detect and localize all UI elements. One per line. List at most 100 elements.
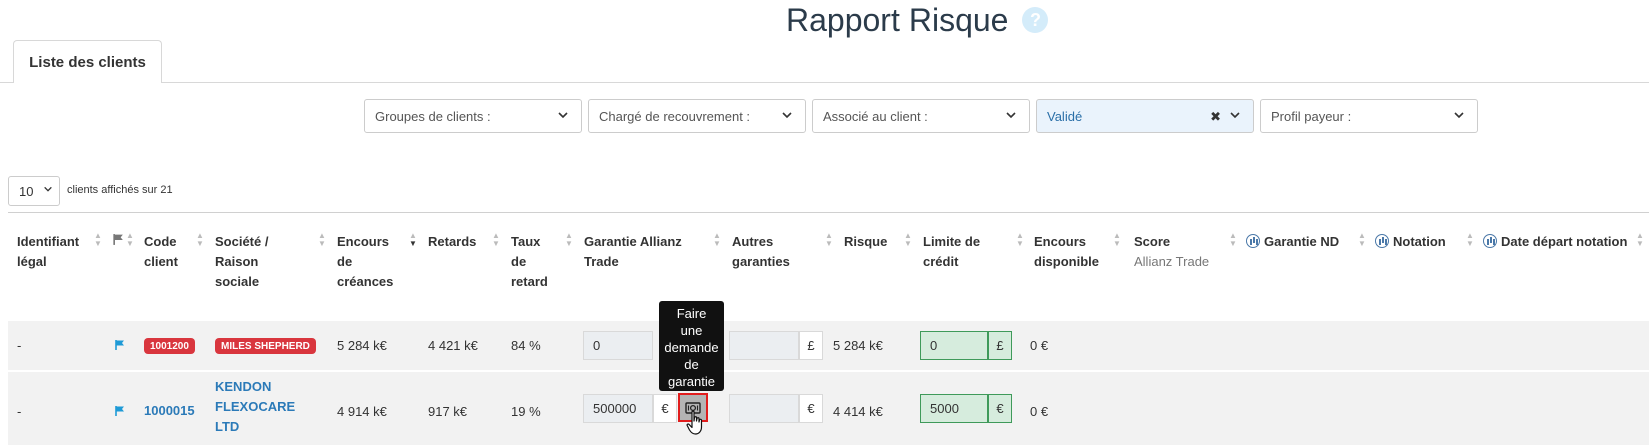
clear-icon[interactable]: ✖ xyxy=(1210,109,1221,125)
cell-retards: 4 421 k€ xyxy=(428,338,478,353)
tooltip-request-guarantee: Faire une demande de garantie xyxy=(659,301,724,391)
chevron-down-icon xyxy=(1005,108,1017,124)
chevron-down-icon xyxy=(1453,108,1465,124)
flag-icon xyxy=(113,234,123,245)
garantie-allianz-currency: € xyxy=(653,394,677,423)
chart-icon xyxy=(1246,234,1260,248)
col-notation-label: Notation xyxy=(1393,234,1446,249)
page-title-light: Rapport xyxy=(786,1,900,38)
sort-icon[interactable]: ▲ ▼ xyxy=(1466,232,1474,248)
autres-garanties-input[interactable] xyxy=(729,394,799,423)
garantie-allianz-input[interactable]: 500000 xyxy=(583,394,653,423)
col-flag[interactable] xyxy=(112,232,125,252)
company-name-line: LTD xyxy=(215,419,240,434)
sort-icon[interactable]: ▲ ▼ xyxy=(196,232,204,248)
sort-icon[interactable]: ▲ ▼ xyxy=(825,232,833,248)
col-garantie-nd-label: Garantie ND xyxy=(1264,234,1340,249)
sort-icon[interactable]: ▲ ▼ xyxy=(713,232,721,248)
table-row: - 1000015 KENDON FLEXOCARE LTD 4 914 k€ … xyxy=(8,372,1649,445)
cell-taux: 19 % xyxy=(511,404,541,419)
cell-encours: 4 914 k€ xyxy=(337,404,387,419)
tooltip-line: garantie xyxy=(668,374,715,389)
tab-liste-des-clients[interactable]: Liste des clients xyxy=(13,40,162,83)
col-retards[interactable]: Retards xyxy=(428,232,476,252)
col-autres-garanties[interactable]: Autres garanties xyxy=(732,232,802,272)
col-score-sub: Allianz Trade xyxy=(1134,254,1210,269)
filter-groupes-de-clients[interactable]: Groupes de clients : xyxy=(364,99,582,133)
col-score[interactable]: Score Allianz Trade xyxy=(1134,232,1244,272)
garantie-allianz-input[interactable]: 0 xyxy=(583,331,653,360)
col-garantie-nd[interactable]: Garantie ND xyxy=(1246,232,1339,252)
table-top-border xyxy=(8,212,1649,213)
sort-icon[interactable]: ▲ ▼ xyxy=(1229,232,1237,248)
cell-id-legal: - xyxy=(17,404,22,419)
cell-encours-disponible: 0 € xyxy=(1030,404,1049,419)
sort-icon[interactable]: ▲ ▼ xyxy=(1113,232,1121,248)
sort-icon[interactable]: ▲ ▼ xyxy=(94,232,102,248)
col-notation[interactable]: Notation xyxy=(1375,232,1446,252)
tab-bar-divider xyxy=(0,82,1649,83)
client-code-badge[interactable]: 1001200 xyxy=(144,338,195,354)
company-name-line: FLEXOCARE xyxy=(215,399,296,414)
limite-credit-input[interactable]: 0 xyxy=(920,331,988,360)
filter-charge-de-recouvrement[interactable]: Chargé de recouvrement : xyxy=(588,99,806,133)
risk-report-page: Rapport Risque ? Liste des clients Group… xyxy=(0,0,1649,445)
cell-retards: 917 k€ xyxy=(428,404,468,419)
autres-garanties-input[interactable] xyxy=(729,331,799,360)
chart-icon xyxy=(1375,234,1389,248)
sort-icon[interactable]: ▲ ▼ xyxy=(126,232,134,248)
hand-cursor-icon xyxy=(686,410,703,435)
chevron-down-icon xyxy=(1229,108,1241,124)
tooltip-line: Faire xyxy=(676,306,707,321)
sort-icon[interactable]: ▲ ▼ xyxy=(1636,232,1644,248)
autres-garanties-currency: £ xyxy=(799,331,823,360)
help-icon[interactable]: ? xyxy=(1022,7,1049,33)
client-code-link[interactable]: 1000015 xyxy=(144,401,195,421)
filter-profil-payeur[interactable]: Profil payeur : xyxy=(1260,99,1478,133)
col-identifiant-legal[interactable]: Identifiant légal xyxy=(17,232,92,272)
col-taux-de-retard[interactable]: Taux de retard xyxy=(511,232,551,292)
pager-summary: clients affichés sur 21 xyxy=(67,184,173,196)
flag-icon[interactable] xyxy=(114,339,126,351)
chevron-down-icon xyxy=(781,108,793,124)
limite-credit-currency: € xyxy=(988,394,1012,423)
cell-encours: 5 284 k€ xyxy=(337,338,387,353)
tooltip-line: demande xyxy=(664,340,719,355)
sort-icon[interactable]: ▲ ▼ xyxy=(565,232,573,248)
chevron-down-icon xyxy=(557,108,569,124)
col-societe[interactable]: Société / Raison sociale xyxy=(215,232,290,292)
company-badge[interactable]: MILES SHEPHERD xyxy=(215,338,316,354)
company-link[interactable]: KENDON FLEXOCARE LTD xyxy=(215,377,295,437)
sort-icon[interactable]: ▲ ▼ xyxy=(492,232,500,248)
filter-associe-au-client[interactable]: Associé au client : xyxy=(812,99,1030,133)
col-encours-de-creances[interactable]: Encours de créances xyxy=(337,232,397,292)
col-code-client[interactable]: Code client xyxy=(144,232,189,272)
autres-garanties-currency: € xyxy=(799,394,823,423)
col-risque[interactable]: Risque xyxy=(844,232,887,252)
col-date-notation-label: Date départ notation xyxy=(1501,234,1628,249)
tooltip-line: une xyxy=(680,323,703,338)
filter-statut-valide[interactable]: Validé ✖ xyxy=(1036,99,1254,133)
cell-encours-disponible: 0 € xyxy=(1030,338,1049,353)
company-name-line: KENDON xyxy=(215,379,272,394)
cell-risque: 4 414 k€ xyxy=(833,404,883,419)
filter-label: Profil payeur : xyxy=(1271,108,1352,124)
page-size-select[interactable]: 10 xyxy=(8,176,60,206)
sort-icon[interactable]: ▲ ▼ xyxy=(1016,232,1024,248)
limite-credit-input[interactable]: 5000 xyxy=(920,394,988,423)
sort-desc-icon[interactable]: ▲ ▼ xyxy=(409,232,417,248)
filter-label: Associé au client : xyxy=(823,108,928,124)
col-encours-disponible[interactable]: Encours disponible xyxy=(1034,232,1104,272)
sort-icon[interactable]: ▲ ▼ xyxy=(1358,232,1366,248)
flag-icon[interactable] xyxy=(114,405,126,417)
cell-taux: 84 % xyxy=(511,338,541,353)
sort-icon[interactable]: ▲ ▼ xyxy=(318,232,326,248)
col-date-depart-notation[interactable]: Date départ notation xyxy=(1483,232,1627,252)
cell-risque: 5 284 k€ xyxy=(833,338,883,353)
limite-credit-currency: £ xyxy=(988,331,1012,360)
col-garantie-allianz-trade[interactable]: Garantie Allianz Trade xyxy=(584,232,704,272)
sort-icon[interactable]: ▲ ▼ xyxy=(904,232,912,248)
chevron-down-icon xyxy=(43,184,53,197)
col-limite-de-credit[interactable]: Limite de crédit xyxy=(923,232,993,272)
filter-label: Groupes de clients : xyxy=(375,108,491,124)
